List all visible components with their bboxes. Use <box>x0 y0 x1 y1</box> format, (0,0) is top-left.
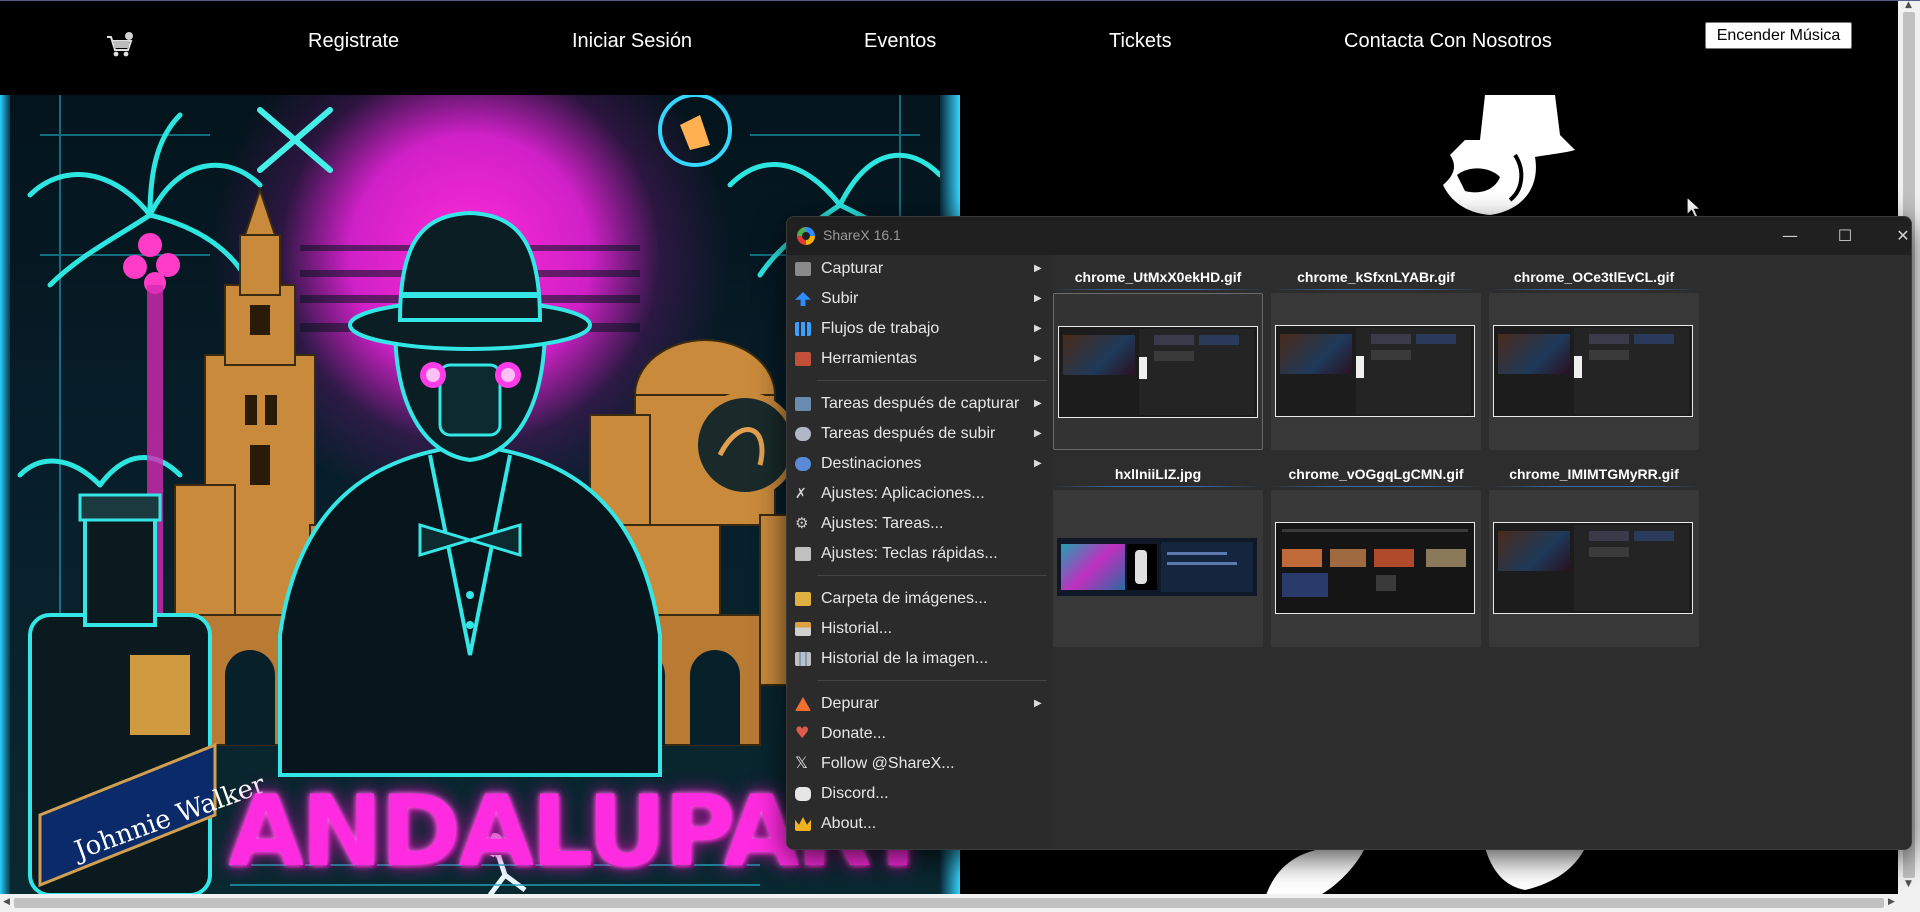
poster-left-glow <box>0 95 10 895</box>
menu-item-herramientas[interactable]: Herramientas ▶ <box>787 345 1053 373</box>
workflow-grid-icon <box>795 322 811 336</box>
tile-frame <box>1053 293 1263 450</box>
menu-item-historial[interactable]: Historial... <box>787 615 1053 643</box>
submenu-arrow-icon: ▶ <box>1034 428 1042 439</box>
discord-icon <box>795 787 811 801</box>
tile-thumbnail <box>1275 325 1475 417</box>
menu-item-ajustes-teclas-rapidas[interactable]: Ajustes: Teclas rápidas... <box>787 540 1053 568</box>
close-icon[interactable]: ✕ <box>1880 221 1911 251</box>
menu-item-tareas-despues-de-subir[interactable]: Tareas después de subir ▶ <box>787 420 1053 448</box>
menu-item-discord[interactable]: Discord... <box>787 780 1053 808</box>
menu-item-historial-de-la-imagen[interactable]: Historial de la imagen... <box>787 645 1053 673</box>
upload-arrow-icon <box>795 292 811 306</box>
menu-item-subir[interactable]: Subir ▶ <box>787 285 1053 313</box>
cloud-upload-icon <box>795 427 811 441</box>
scroll-up-arrow-icon[interactable]: ▲ <box>1905 0 1912 10</box>
nav-link-iniciar-sesion[interactable]: Iniciar Sesión <box>572 30 692 53</box>
toolbox-icon <box>795 352 811 366</box>
scroll-left-arrow-icon[interactable]: ◀ <box>3 897 10 907</box>
menu-item-carpeta-de-imagenes[interactable]: Carpeta de imágenes... <box>787 585 1053 613</box>
tile-frame <box>1271 293 1481 450</box>
sharex-window: ShareX 16.1 — ☐ ✕ Capturar ▶ Subir ▶ Flu… <box>786 216 1912 850</box>
menu-item-depurar[interactable]: Depurar ▶ <box>787 690 1053 718</box>
tile-frame <box>1271 490 1481 647</box>
sharex-logo-icon <box>797 227 815 245</box>
sharex-titlebar[interactable]: ShareX 16.1 — ☐ ✕ <box>787 217 1911 255</box>
tile-thumbnail <box>1058 326 1258 418</box>
menu-item-ajustes-tareas[interactable]: ⚙ Ajustes: Tareas... <box>787 510 1053 538</box>
history-tile[interactable]: hxlIniiLIZ.jpg <box>1053 464 1263 661</box>
gear-icon: ⚙ <box>795 514 809 532</box>
menu-separator <box>817 575 1047 576</box>
submenu-arrow-icon: ▶ <box>1034 323 1042 334</box>
submenu-arrow-icon: ▶ <box>1034 293 1042 304</box>
keyboard-icon <box>795 547 811 561</box>
tile-filename: chrome_OCe3tlEvCL.gif <box>1513 269 1675 285</box>
tile-thumbnail <box>1493 522 1693 614</box>
menu-item-follow-sharex[interactable]: 𝕏 Follow @ShareX... <box>787 750 1053 778</box>
tile-filename: chrome_UtMxX0ekHD.gif <box>1074 269 1242 285</box>
x-logo-icon: 𝕏 <box>795 753 808 772</box>
maximize-icon[interactable]: ☐ <box>1822 221 1868 251</box>
tile-frame <box>1489 293 1699 450</box>
history-tile[interactable]: chrome_IMIMTGMyRR.gif <box>1489 464 1699 661</box>
nav-link-eventos[interactable]: Eventos <box>864 30 936 53</box>
submenu-arrow-icon: ▶ <box>1034 458 1042 469</box>
menu-item-ajustes-aplicaciones[interactable]: ✗ Ajustes: Aplicaciones... <box>787 480 1053 508</box>
submenu-arrow-icon: ▶ <box>1034 398 1042 409</box>
submenu-arrow-icon: ▶ <box>1034 698 1042 709</box>
image-history-icon <box>795 652 811 666</box>
capture-icon <box>795 262 811 276</box>
history-icon <box>795 622 811 636</box>
menu-item-capturar[interactable]: Capturar ▶ <box>787 255 1053 283</box>
tile-filename: hxlIniiLIZ.jpg <box>1114 466 1202 482</box>
globe-icon <box>795 457 811 471</box>
menu-item-donate[interactable]: ♥ Donate... <box>787 720 1053 748</box>
menu-item-tareas-despues-de-capturar[interactable]: Tareas después de capturar ▶ <box>787 390 1053 418</box>
crown-icon <box>795 817 811 831</box>
tile-thumbnail <box>1057 538 1257 596</box>
tile-filename: chrome_kSfxnLYABr.gif <box>1297 269 1455 285</box>
shopping-cart-icon[interactable] <box>105 31 135 59</box>
menu-item-flujos-de-trabajo[interactable]: Flujos de trabajo ▶ <box>787 315 1053 343</box>
sharex-main-menu: Capturar ▶ Subir ▶ Flujos de trabajo ▶ H… <box>787 255 1053 849</box>
tile-frame <box>1053 490 1263 647</box>
site-navbar: Registrate Iniciar Sesión Eventos Ticket… <box>0 1 1898 95</box>
scroll-down-arrow-icon[interactable]: ▼ <box>1905 879 1912 889</box>
menu-item-about[interactable]: About... <box>787 810 1053 838</box>
nav-link-contacta[interactable]: Contacta Con Nosotros <box>1344 30 1552 53</box>
submenu-arrow-icon: ▶ <box>1034 353 1042 364</box>
minimize-icon[interactable]: — <box>1767 221 1813 251</box>
image-task-icon <box>795 397 811 411</box>
sharex-window-title: ShareX 16.1 <box>823 227 901 243</box>
submenu-arrow-icon: ▶ <box>1034 263 1042 274</box>
tile-filename: chrome_IMIMTGMyRR.gif <box>1509 466 1679 482</box>
traffic-cone-icon <box>795 697 811 711</box>
wrench-icon: ✗ <box>795 485 807 501</box>
dancer-silhouette-image <box>1443 95 1575 215</box>
history-tile[interactable]: chrome_kSfxnLYABr.gif <box>1271 267 1481 464</box>
tile-filename: chrome_vOGgqLgCMN.gif <box>1288 466 1464 482</box>
tile-frame <box>1489 490 1699 647</box>
tile-thumbnail <box>1275 522 1475 614</box>
horizontal-scrollbar-thumb[interactable] <box>14 898 1884 908</box>
tile-thumbnail <box>1493 325 1693 417</box>
menu-item-destinaciones[interactable]: Destinaciones ▶ <box>787 450 1053 478</box>
history-tile[interactable]: chrome_UtMxX0ekHD.gif <box>1053 267 1263 464</box>
menu-separator <box>817 680 1047 681</box>
folder-icon <box>795 592 811 606</box>
nav-link-registrate[interactable]: Registrate <box>308 30 399 53</box>
heart-icon: ♥ <box>795 723 810 742</box>
dancer-silhouette-legs <box>1265 848 1585 898</box>
music-toggle-button[interactable]: Encender Música <box>1705 22 1852 49</box>
nav-link-tickets[interactable]: Tickets <box>1109 30 1172 53</box>
scroll-right-arrow-icon[interactable]: ▶ <box>1888 897 1895 907</box>
menu-separator <box>817 380 1047 381</box>
history-tile[interactable]: chrome_OCe3tlEvCL.gif <box>1489 267 1699 464</box>
sharex-history-grid: chrome_UtMxX0ekHD.gif chrome_kSfxnLYABr.… <box>1053 255 1911 849</box>
history-tile[interactable]: chrome_vOGgqLgCMN.gif <box>1271 464 1481 661</box>
